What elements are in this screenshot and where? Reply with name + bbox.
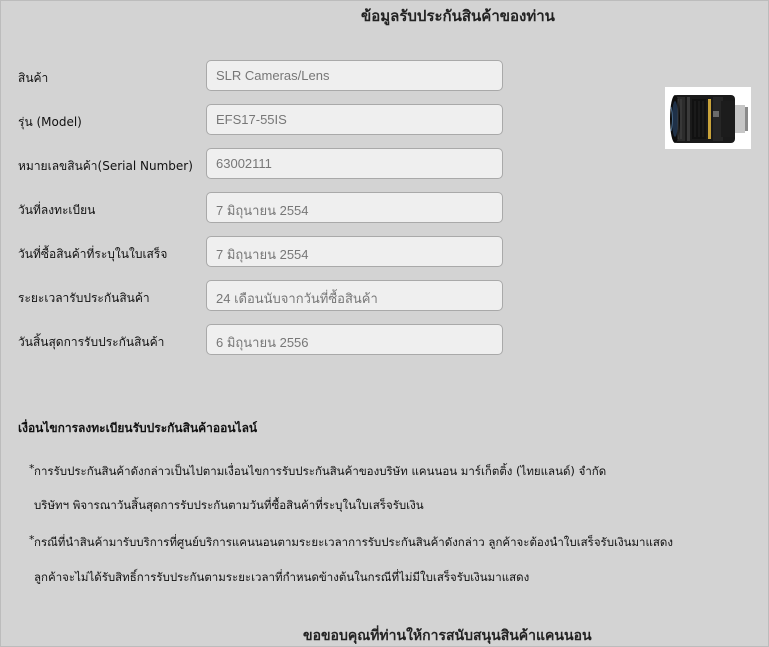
purchase-date-field[interactable]: 7 มิถุนายน 2554 — [206, 236, 503, 267]
field-label-product: สินค้า — [18, 71, 49, 85]
field-label-warranty-period: ระยะเวลารับประกันสินค้า — [18, 291, 150, 305]
page-title: ข้อมูลรับประกันสินค้าของท่าน — [361, 7, 555, 25]
thank-you-message: ขอขอบคุณที่ท่านให้การสนับสนุนสินค้าแคนนอ… — [303, 628, 592, 644]
term-2-line-1: กรณีที่นำสินค้ามารับบริการที่ศูนย์บริการ… — [34, 535, 673, 549]
terms-title: เงื่อนไขการลงทะเบียนรับประกันสินค้าออนไล… — [18, 421, 258, 435]
field-label-model: รุ่น (Model) — [18, 115, 82, 129]
warranty-panel: ข้อมูลรับประกันสินค้าของท่าน สินค้า SLR … — [0, 0, 769, 647]
field-label-registration-date: วันที่ลงทะเบียน — [18, 203, 96, 217]
field-label-warranty-end-date: วันสิ้นสุดการรับประกันสินค้า — [18, 335, 165, 349]
model-field[interactable]: EFS17-55IS — [206, 104, 503, 135]
serial-number-field[interactable]: 63002111 — [206, 148, 503, 179]
field-label-purchase-date: วันที่ซื้อสินค้าที่ระบุในใบเสร็จ — [18, 247, 168, 261]
registration-date-field[interactable]: 7 มิถุนายน 2554 — [206, 192, 503, 223]
warranty-end-date-field[interactable]: 6 มิถุนายน 2556 — [206, 324, 503, 355]
term-1-line-1: การรับประกันสินค้าดังกล่าวเป็นไปตามเงื่อ… — [34, 464, 607, 478]
field-label-serial-number: หมายเลขสินค้า(Serial Number) — [18, 159, 193, 173]
product-field[interactable]: SLR Cameras/Lens — [206, 60, 503, 91]
term-2-line-2: ลูกค้าจะไม่ได้รับสิทธิ์การรับประกันตามระ… — [34, 570, 530, 584]
term-1-line-2: บริษัทฯ พิจารณาวันสิ้นสุดการรับประกันตาม… — [34, 498, 424, 512]
warranty-period-field[interactable]: 24 เดือนนับจากวันที่ซื้อสินค้า — [206, 280, 503, 311]
camera-lens-image — [665, 87, 751, 149]
